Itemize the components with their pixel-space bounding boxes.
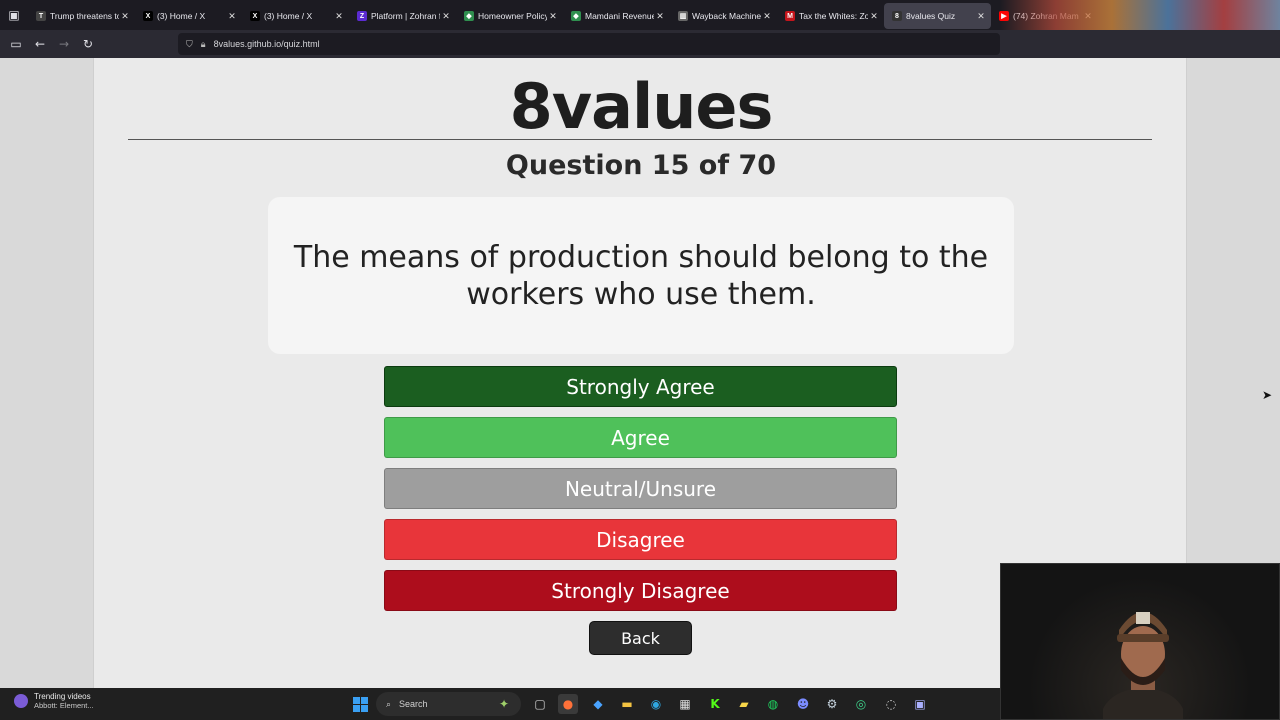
browser-tab[interactable]: ◆ Mamdani Revenue ✕ bbox=[563, 3, 670, 29]
question-text: The means of production should belong to… bbox=[293, 239, 989, 312]
strongly-disagree-button[interactable]: Strongly Disagree bbox=[384, 570, 897, 611]
tab-title: Homeowner Policy bbox=[478, 11, 547, 21]
tab-title: 8values Quiz bbox=[906, 11, 956, 21]
browser-tab[interactable]: Z Platform | Zohran fo ✕ bbox=[349, 3, 456, 29]
tab-close-icon[interactable]: ✕ bbox=[119, 11, 131, 22]
disagree-button[interactable]: Disagree bbox=[384, 519, 897, 560]
tab-favicon-icon: T bbox=[36, 11, 46, 21]
browser-tab[interactable]: ▥ Wayback Machine ✕ bbox=[670, 3, 777, 29]
address-bar[interactable]: ⛉ 🔒︎ 8values.github.io/quiz.html bbox=[178, 33, 1000, 55]
tab-title: Trump threatens to bbox=[50, 11, 119, 21]
browser-tab[interactable]: ◆ Homeowner Policy ✕ bbox=[456, 3, 563, 29]
windows-start-icon[interactable] bbox=[350, 694, 370, 714]
app-icon-blue[interactable]: ◆ bbox=[588, 694, 608, 714]
search-icon: ⌕ bbox=[386, 698, 392, 709]
browser-tab[interactable]: X (3) Home / X ✕ bbox=[242, 3, 349, 29]
os-taskbar: Trending videos Abbott: Element... ⌕ Sea… bbox=[0, 688, 1000, 720]
tab-title: Wayback Machine bbox=[692, 11, 761, 21]
question-counter: Question 15 of 70 bbox=[505, 150, 777, 181]
steam-icon[interactable]: ⚙ bbox=[822, 694, 842, 714]
widget-icon bbox=[14, 694, 28, 708]
sidebar-toggle-icon[interactable]: ▭ bbox=[4, 32, 28, 56]
streamer-silhouette bbox=[1103, 612, 1183, 719]
browser-tab[interactable]: 8 8values Quiz ✕ bbox=[884, 3, 991, 29]
site-title: 8values bbox=[509, 70, 774, 143]
back-button[interactable]: Back bbox=[589, 621, 692, 655]
tab-title: (3) Home / X bbox=[264, 11, 313, 21]
lock-icon[interactable]: 🔒︎ bbox=[201, 39, 206, 50]
url-text[interactable]: 8values.github.io/quiz.html bbox=[214, 39, 320, 49]
widget-subtitle: Abbott: Element... bbox=[34, 701, 94, 710]
store-icon[interactable]: ▦ bbox=[675, 694, 695, 714]
strongly-agree-button[interactable]: Strongly Agree bbox=[384, 366, 897, 407]
tab-favicon-icon: ◆ bbox=[571, 11, 581, 21]
webcam-overlay bbox=[1000, 563, 1280, 720]
browser-tab[interactable]: X (3) Home / X ✕ bbox=[135, 3, 242, 29]
tab-favicon-icon: 8 bbox=[892, 11, 902, 21]
tab-close-icon[interactable]: ✕ bbox=[654, 11, 666, 22]
tracking-shield-icon[interactable]: ⛉ bbox=[186, 39, 193, 50]
sticky-notes-icon[interactable]: ▰ bbox=[734, 694, 754, 714]
tab-title: Platform | Zohran fo bbox=[371, 11, 440, 21]
tab-close-icon[interactable]: ✕ bbox=[975, 11, 987, 22]
question-card: The means of production should belong to… bbox=[268, 197, 1014, 354]
tab-close-icon[interactable]: ✕ bbox=[440, 11, 452, 22]
discord-icon[interactable]: ☻ bbox=[793, 694, 813, 714]
tab-favicon-icon: ▥ bbox=[678, 11, 688, 21]
reload-icon[interactable]: ↻ bbox=[76, 32, 100, 56]
kick-icon[interactable]: K bbox=[705, 694, 725, 714]
mouse-cursor-icon: ➤ bbox=[1262, 388, 1273, 402]
app-icon-gray[interactable]: ◌ bbox=[881, 694, 901, 714]
answer-buttons: Strongly Agree Agree Neutral/Unsure Disa… bbox=[384, 366, 897, 621]
firefox-icon[interactable]: ● bbox=[558, 694, 578, 714]
tab-favicon-icon: X bbox=[250, 11, 260, 21]
tab-favicon-icon: X bbox=[143, 11, 153, 21]
tab-favicon-icon: Z bbox=[357, 11, 367, 21]
back-arrow-icon[interactable]: ← bbox=[28, 32, 52, 56]
browser-nav-bar: ▭ ← → ↻ ⛉ 🔒︎ 8values.github.io/quiz.html bbox=[0, 30, 1280, 58]
tab-favicon-icon: M bbox=[785, 11, 795, 21]
tab-title: Mamdani Revenue bbox=[585, 11, 654, 21]
app-icon-green[interactable]: ◎ bbox=[851, 694, 871, 714]
tab-title: (3) Home / X bbox=[157, 11, 206, 21]
file-explorer-icon[interactable]: ▬ bbox=[617, 694, 637, 714]
browser-tab[interactable]: M Tax the Whites: Zoh ✕ bbox=[777, 3, 884, 29]
tab-strip: T Trump threatens to ✕ X (3) Home / X ✕ X (3) H… bbox=[28, 1, 1098, 29]
task-view-icon[interactable]: ▢ bbox=[530, 694, 550, 714]
search-placeholder: Search bbox=[399, 699, 428, 709]
app-icon-purple[interactable]: ▣ bbox=[910, 694, 930, 714]
neutral-button[interactable]: Neutral/Unsure bbox=[384, 468, 897, 509]
spotify-icon[interactable]: ◍ bbox=[763, 694, 783, 714]
agree-button[interactable]: Agree bbox=[384, 417, 897, 458]
tab-close-icon[interactable]: ✕ bbox=[761, 11, 773, 22]
tab-close-icon[interactable]: ✕ bbox=[226, 11, 238, 22]
forward-arrow-icon[interactable]: → bbox=[52, 32, 76, 56]
news-widget[interactable]: Trending videos Abbott: Element... bbox=[14, 692, 94, 710]
tab-title: Tax the Whites: Zoh bbox=[799, 11, 868, 21]
copilot-icon[interactable]: ✦ bbox=[494, 694, 514, 714]
tab-close-icon[interactable]: ✕ bbox=[868, 11, 880, 22]
browser-tab[interactable]: T Trump threatens to ✕ bbox=[28, 3, 135, 29]
edge-icon[interactable]: ◉ bbox=[646, 694, 666, 714]
tab-close-icon[interactable]: ✕ bbox=[547, 11, 559, 22]
widget-title: Trending videos bbox=[34, 692, 91, 701]
tab-close-icon[interactable]: ✕ bbox=[333, 11, 345, 22]
tab-list-icon[interactable]: ▣ bbox=[0, 0, 28, 30]
title-divider bbox=[128, 139, 1152, 140]
tab-favicon-icon: ◆ bbox=[464, 11, 474, 21]
